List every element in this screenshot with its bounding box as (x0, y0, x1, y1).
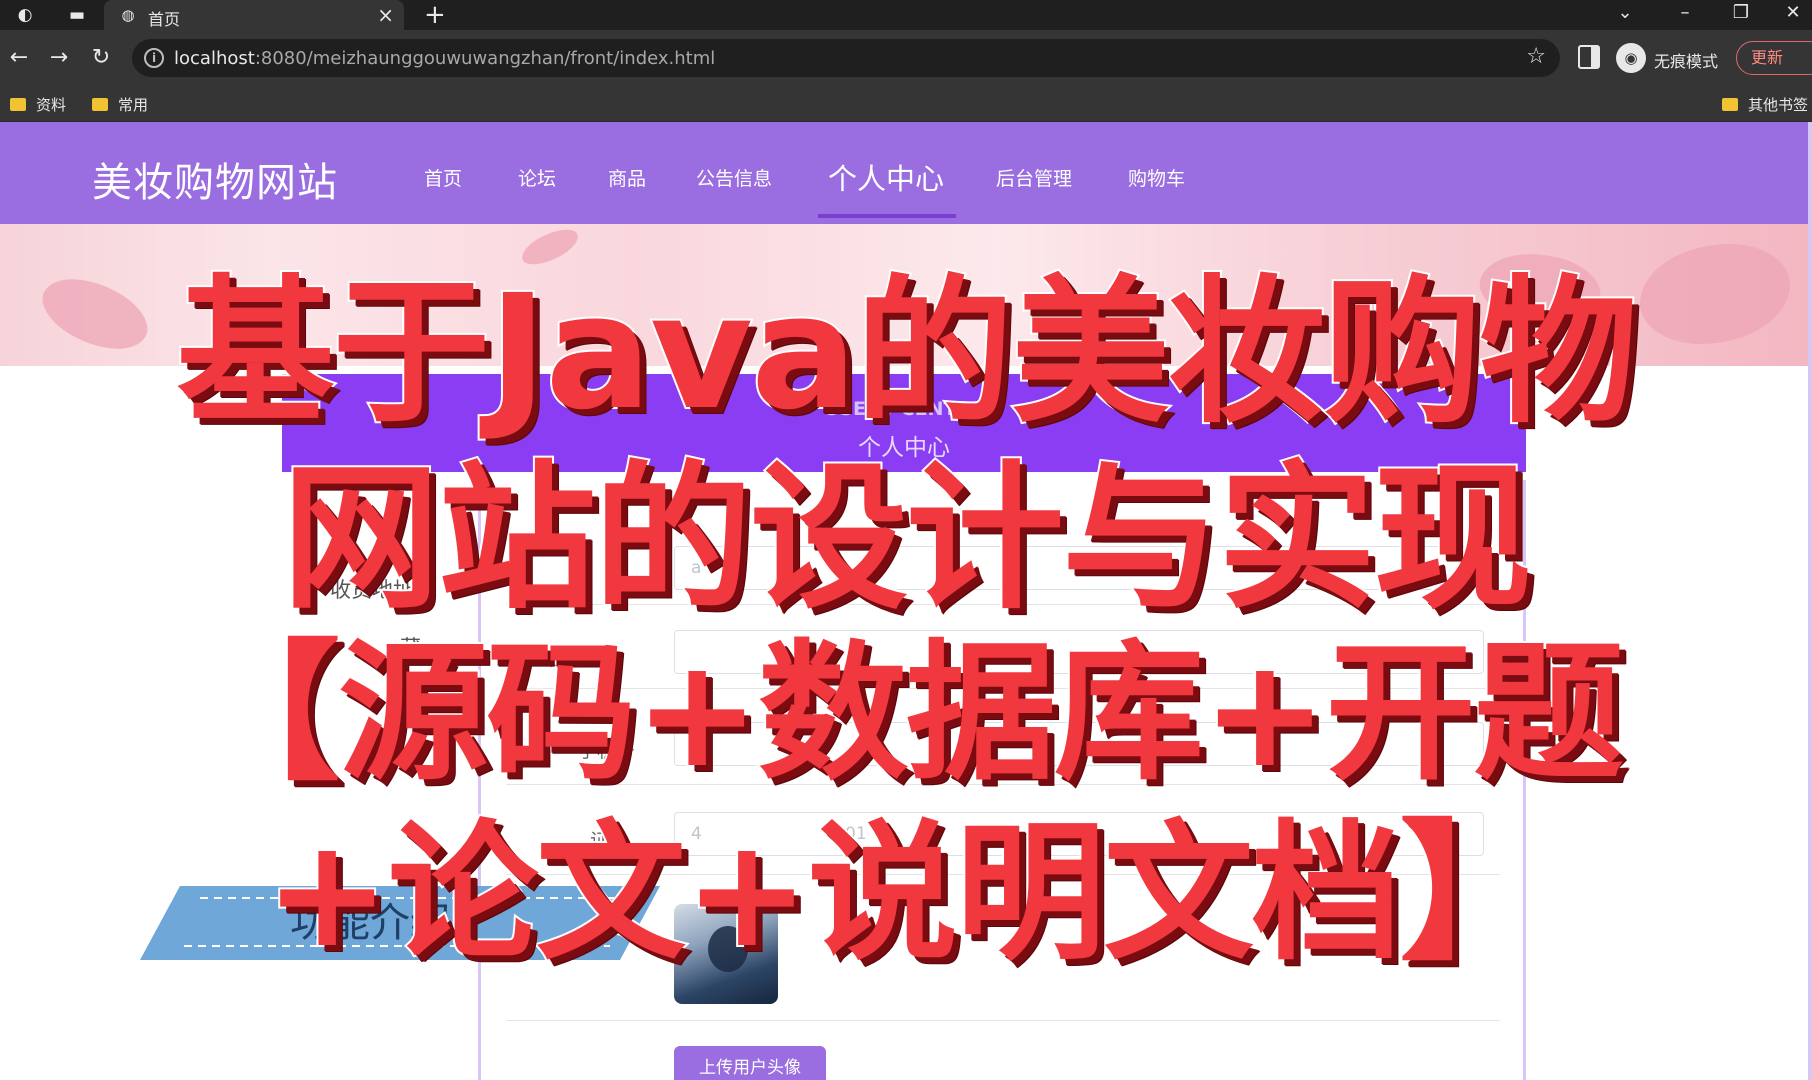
tab-search-icon[interactable]: ▬ (66, 4, 88, 26)
browser-tab[interactable]: ◍ 首页 × (104, 0, 404, 30)
url-host: localhost (174, 48, 255, 69)
nav-home[interactable]: 首页 (424, 164, 462, 191)
incognito-label: 无痕模式 (1654, 52, 1719, 71)
reload-icon[interactable]: ↻ (86, 43, 116, 73)
url-path: :8080/meizhaunggouwuwangzhan/front/index… (254, 48, 716, 69)
bookmark-folder-changyong[interactable]: 常用 (92, 94, 148, 114)
folder-icon (92, 98, 108, 111)
window-close-icon[interactable]: ✕ (1768, 0, 1812, 30)
forward-icon[interactable]: → (44, 43, 74, 73)
site-logo[interactable]: 美妆购物网站 (92, 150, 338, 208)
nav-admin[interactable]: 后台管理 (996, 164, 1072, 191)
bookmark-star-icon[interactable]: ☆ (1526, 44, 1546, 69)
nav-products[interactable]: 商品 (608, 164, 646, 191)
bookmark-label: 其他书签 (1748, 96, 1809, 114)
tab-title: 首页 (148, 10, 181, 29)
nav-personal-center[interactable]: 个人中心 (828, 156, 944, 198)
folder-icon (10, 98, 26, 111)
restore-icon[interactable]: ❐ (1716, 0, 1766, 30)
globe-icon: ◍ (121, 6, 135, 24)
minimize-icon[interactable]: – (1660, 0, 1710, 30)
browser-tab-strip: ◐ ▬ ◍ 首页 × + ⌄ – ❐ ✕ (0, 0, 1812, 30)
bookmark-label: 常用 (118, 96, 149, 114)
update-button[interactable]: 更新 (1736, 41, 1812, 75)
bookmark-label: 资料 (36, 96, 67, 114)
nav-forum[interactable]: 论坛 (518, 164, 556, 191)
site-info-icon[interactable]: i (144, 48, 164, 68)
incognito-icon: ◉ (1616, 43, 1646, 73)
active-nav-indicator (818, 214, 956, 218)
back-icon[interactable]: ← (4, 43, 34, 73)
chrome-menu-icon[interactable]: ◐ (14, 4, 36, 26)
form-divider (506, 1020, 1500, 1021)
bookmarks-bar: 资料 常用 其他书签 (0, 86, 1812, 122)
side-panel-icon[interactable] (1578, 45, 1600, 69)
site-header: 美妆购物网站 首页 论坛 商品 公告信息 个人中心 后台管理 购物车 (0, 122, 1808, 224)
folder-icon (1722, 98, 1738, 111)
url-field[interactable]: i localhost:8080/meizhaunggouwuwangzhan/… (132, 39, 1560, 77)
url-text: localhost:8080/meizhaunggouwuwangzhan/fr… (174, 48, 715, 69)
upload-avatar-button[interactable]: 上传用户头像 (674, 1046, 826, 1080)
overlay-title-line-4: +论文+说明文档】 (262, 805, 1551, 983)
other-bookmarks[interactable]: 其他书签 (1722, 94, 1808, 114)
address-bar: ← → ↻ i localhost:8080/meizhaunggouwuwan… (0, 30, 1812, 86)
close-tab-icon[interactable]: × (377, 3, 394, 27)
new-tab-icon[interactable]: + (424, 0, 446, 30)
nav-cart[interactable]: 购物车 (1128, 164, 1185, 191)
tab-list-icon[interactable]: ⌄ (1600, 0, 1650, 30)
bookmark-folder-ziliao[interactable]: 资料 (10, 94, 66, 114)
nav-announcements[interactable]: 公告信息 (696, 164, 772, 191)
